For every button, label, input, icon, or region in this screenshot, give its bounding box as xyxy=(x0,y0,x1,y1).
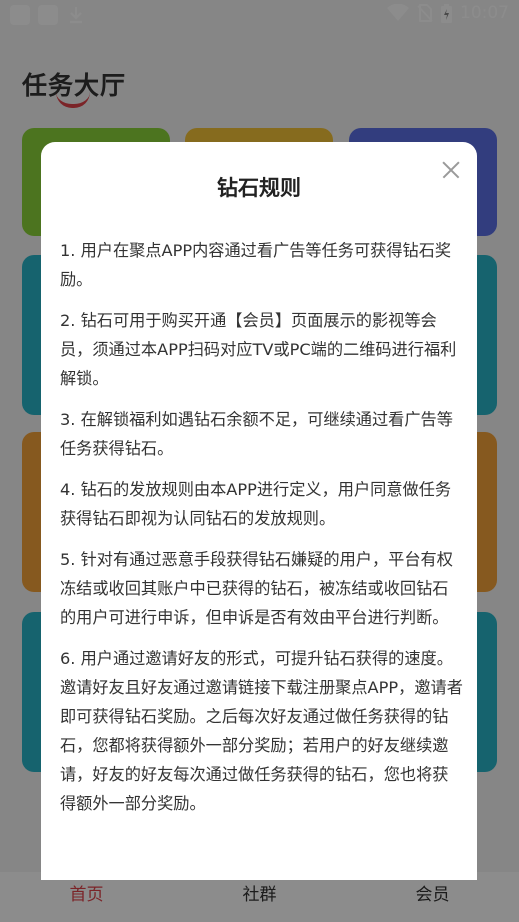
dialog-title: 钻石规则 xyxy=(217,176,301,200)
rule-item: 6. 用户通过邀请好友的形式，可提升钻石获得的速度。邀请好友且好友通过邀请链接下… xyxy=(60,649,463,813)
diamond-rules-dialog: 钻石规则 1. 用户在聚点APP内容通过看广告等任务可获得钻石奖励。 2. 钻石… xyxy=(41,142,477,880)
close-icon[interactable] xyxy=(441,160,461,180)
rule-item: 4. 钻石的发放规则由本APP进行定义，用户同意做任务获得钻石即视为认同钻石的发… xyxy=(60,480,452,528)
rule-item: 5. 针对有通过恶意手段获得钻石嫌疑的用户，平台有权冻结或收回其账户中已获得的钻… xyxy=(60,550,453,627)
rule-item: 1. 用户在聚点APP内容通过看广告等任务可获得钻石奖励。 xyxy=(60,241,452,289)
rule-item: 2. 钻石可用于购买开通【会员】页面展示的影视等会员，须通过本APP扫码对应TV… xyxy=(60,311,457,388)
rules-list: 1. 用户在聚点APP内容通过看广告等任务可获得钻石奖励。 2. 钻石可用于购买… xyxy=(60,236,464,830)
rule-item: 3. 在解锁福利如遇钻石余额不足，可继续通过看广告等任务获得钻石。 xyxy=(60,410,453,458)
